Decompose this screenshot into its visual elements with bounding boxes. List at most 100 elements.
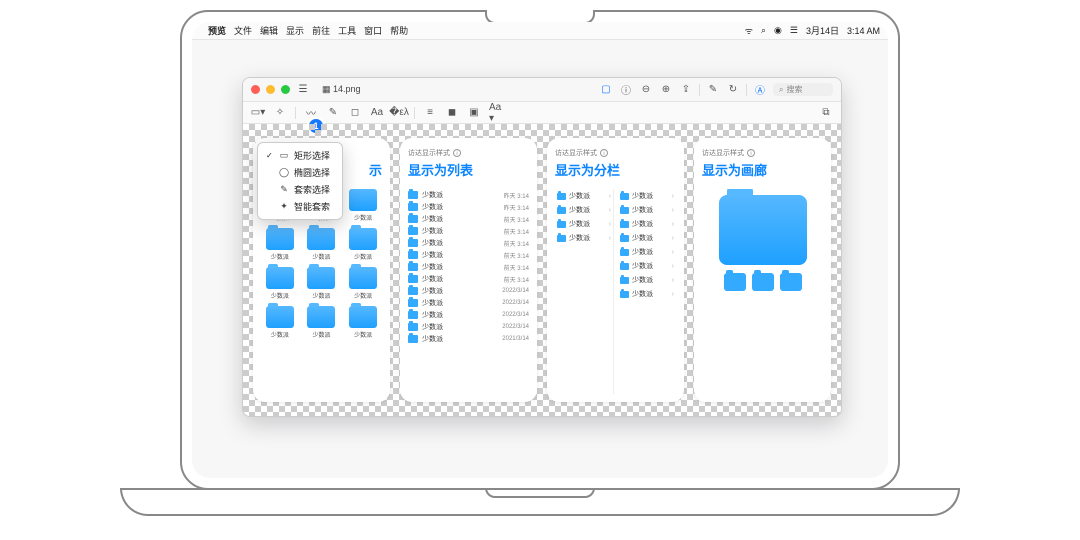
selection-tool-icon[interactable]: ▭▾	[251, 106, 265, 120]
share-icon[interactable]: ⇪	[679, 83, 693, 97]
row-name: 少数派	[422, 322, 498, 332]
info-icon[interactable]: ⓘ	[619, 83, 633, 97]
menu-file[interactable]: 文件	[234, 24, 252, 37]
column-row[interactable]: 少数派›	[555, 231, 613, 245]
folder-item[interactable]: 少数派	[344, 189, 382, 222]
folder-icon	[557, 235, 566, 242]
search-icon[interactable]: ⌕	[761, 25, 766, 36]
list-row[interactable]: 少数派2021/3/14	[408, 333, 529, 345]
folder-label: 少数派	[344, 213, 382, 222]
markup-pen-icon[interactable]: ✎	[706, 83, 720, 97]
crop-icon[interactable]: ⧉	[819, 106, 833, 120]
list-row[interactable]: 少数派前天 3:14	[408, 249, 529, 261]
sign-icon[interactable]: �ελ	[392, 106, 406, 120]
user-icon[interactable]: ☰	[790, 25, 798, 36]
menu-help[interactable]: 帮助	[390, 24, 408, 37]
panel-subtitle: 访达显示样式i	[408, 148, 529, 158]
row-name: 少数派	[632, 261, 653, 271]
window-titlebar: ☰ ▦ 14.png ▢ ⓘ ⊖ ⊕ ⇪ ✎ ↻ Ⓐ ⌕ 搜索	[243, 78, 841, 102]
row-name: 少数派	[632, 191, 653, 201]
list-row[interactable]: 少数派2022/3/14	[408, 285, 529, 297]
folder-item[interactable]: 少数派	[344, 267, 382, 300]
text-tool-icon[interactable]: Aa	[370, 106, 384, 120]
row-date: 2022/3/14	[502, 300, 529, 306]
sidebar-toggle-icon[interactable]: ☰	[296, 83, 310, 97]
column-row[interactable]: 少数派›	[618, 287, 676, 301]
folder-icon	[349, 189, 377, 211]
selection-menu-item[interactable]: ✓▭矩形选择	[258, 147, 342, 164]
list-row[interactable]: 少数派2022/3/14	[408, 297, 529, 309]
folder-icon	[408, 323, 418, 331]
row-name: 少数派	[422, 274, 500, 284]
menubar-time[interactable]: 3:14 AM	[847, 26, 880, 36]
zoom-button[interactable]	[281, 85, 290, 94]
selection-menu-item[interactable]: ◯椭圆选择	[258, 164, 342, 181]
line-style-icon[interactable]: ≡	[423, 106, 437, 120]
instant-alpha-icon[interactable]: ✧	[273, 106, 287, 120]
list-row[interactable]: 少数派昨天 3:14	[408, 201, 529, 213]
folder-item[interactable]: 少数派	[261, 267, 299, 300]
draw-icon[interactable]: ✎	[326, 106, 340, 120]
minimize-button[interactable]	[266, 85, 275, 94]
zoom-in-icon[interactable]: ⊕	[659, 83, 673, 97]
column-row[interactable]: 少数派 ›	[618, 259, 676, 273]
column-row[interactable]: 少数派›	[618, 273, 676, 287]
selection-menu-item[interactable]: ✦智能套索	[258, 198, 342, 215]
chevron-right-icon: ›	[609, 207, 611, 214]
menubar-date[interactable]: 3月14日	[806, 24, 839, 37]
shapes-icon[interactable]: ◻	[348, 106, 362, 120]
chevron-right-icon: ›	[672, 263, 674, 270]
folder-item[interactable]: 少数派	[344, 306, 382, 339]
folder-item[interactable]: 少数派	[261, 306, 299, 339]
macbook-frame: 预览 文件 编辑 显示 前往 工具 窗口 帮助 ᯤ ⌕ ◉ ☰ 3月14日 3:…	[180, 10, 900, 490]
list-row[interactable]: 少数派前天 3:14	[408, 273, 529, 285]
gallery-thumb[interactable]	[780, 273, 802, 291]
selection-menu-item[interactable]: ✎套索选择	[258, 181, 342, 198]
folder-item[interactable]: 少数派	[303, 306, 341, 339]
rotate-icon[interactable]: ↻	[726, 83, 740, 97]
menu-go[interactable]: 前往	[312, 24, 330, 37]
chevron-right-icon: ›	[672, 221, 674, 228]
folder-item[interactable]: 少数派	[303, 267, 341, 300]
folder-item[interactable]: 少数派	[261, 228, 299, 261]
markup-toggle-icon[interactable]: Ⓐ	[753, 83, 767, 97]
list-row[interactable]: 少数派2022/3/14	[408, 321, 529, 333]
fill-color-icon[interactable]: ▣	[467, 106, 481, 120]
border-color-icon[interactable]: ◼	[445, 106, 459, 120]
column-row[interactable]: 少数派›	[555, 217, 613, 231]
list-row[interactable]: 少数派前天 3:14	[408, 237, 529, 249]
list-row[interactable]: 少数派昨天 3:14	[408, 189, 529, 201]
menu-view[interactable]: 显示	[286, 24, 304, 37]
window-title: ▦ 14.png	[322, 84, 361, 95]
row-name: 少数派	[422, 286, 498, 296]
folder-item[interactable]: 少数派	[303, 228, 341, 261]
column-row[interactable]: 少数派›	[618, 203, 676, 217]
column-row[interactable]: 少数派›	[555, 189, 613, 203]
list-row[interactable]: 少数派前天 3:14	[408, 261, 529, 273]
gallery-thumb[interactable]	[752, 273, 774, 291]
list-row[interactable]: 少数派前天 3:14	[408, 213, 529, 225]
markup-rect-icon[interactable]: ▢	[599, 83, 613, 97]
zoom-out-icon[interactable]: ⊖	[639, 83, 653, 97]
list-row[interactable]: 少数派2022/3/14	[408, 309, 529, 321]
menu-tools[interactable]: 工具	[338, 24, 356, 37]
menu-window[interactable]: 窗口	[364, 24, 382, 37]
sketch-icon[interactable]: 〰	[304, 106, 318, 120]
control-center-icon[interactable]: ◉	[774, 25, 782, 36]
app-name[interactable]: 预览	[208, 24, 226, 37]
column-row[interactable]: 少数派›	[618, 245, 676, 259]
menu-edit[interactable]: 编辑	[260, 24, 278, 37]
folder-item[interactable]: 少数派	[344, 228, 382, 261]
close-button[interactable]	[251, 85, 260, 94]
column-row[interactable]: 少数派›	[618, 231, 676, 245]
column-row[interactable]: 少数派›	[618, 217, 676, 231]
text-style-icon[interactable]: Aa ▾	[489, 106, 503, 120]
column-row[interactable]: 少数派›	[618, 189, 676, 203]
column-row[interactable]: 少数派›	[555, 203, 613, 217]
gallery-thumb[interactable]	[724, 273, 746, 291]
list-row[interactable]: 少数派前天 3:14	[408, 225, 529, 237]
folder-icon	[620, 193, 629, 200]
wifi-icon[interactable]: ᯤ	[745, 24, 753, 37]
folder-icon	[349, 228, 377, 250]
search-field[interactable]: ⌕ 搜索	[773, 83, 833, 96]
